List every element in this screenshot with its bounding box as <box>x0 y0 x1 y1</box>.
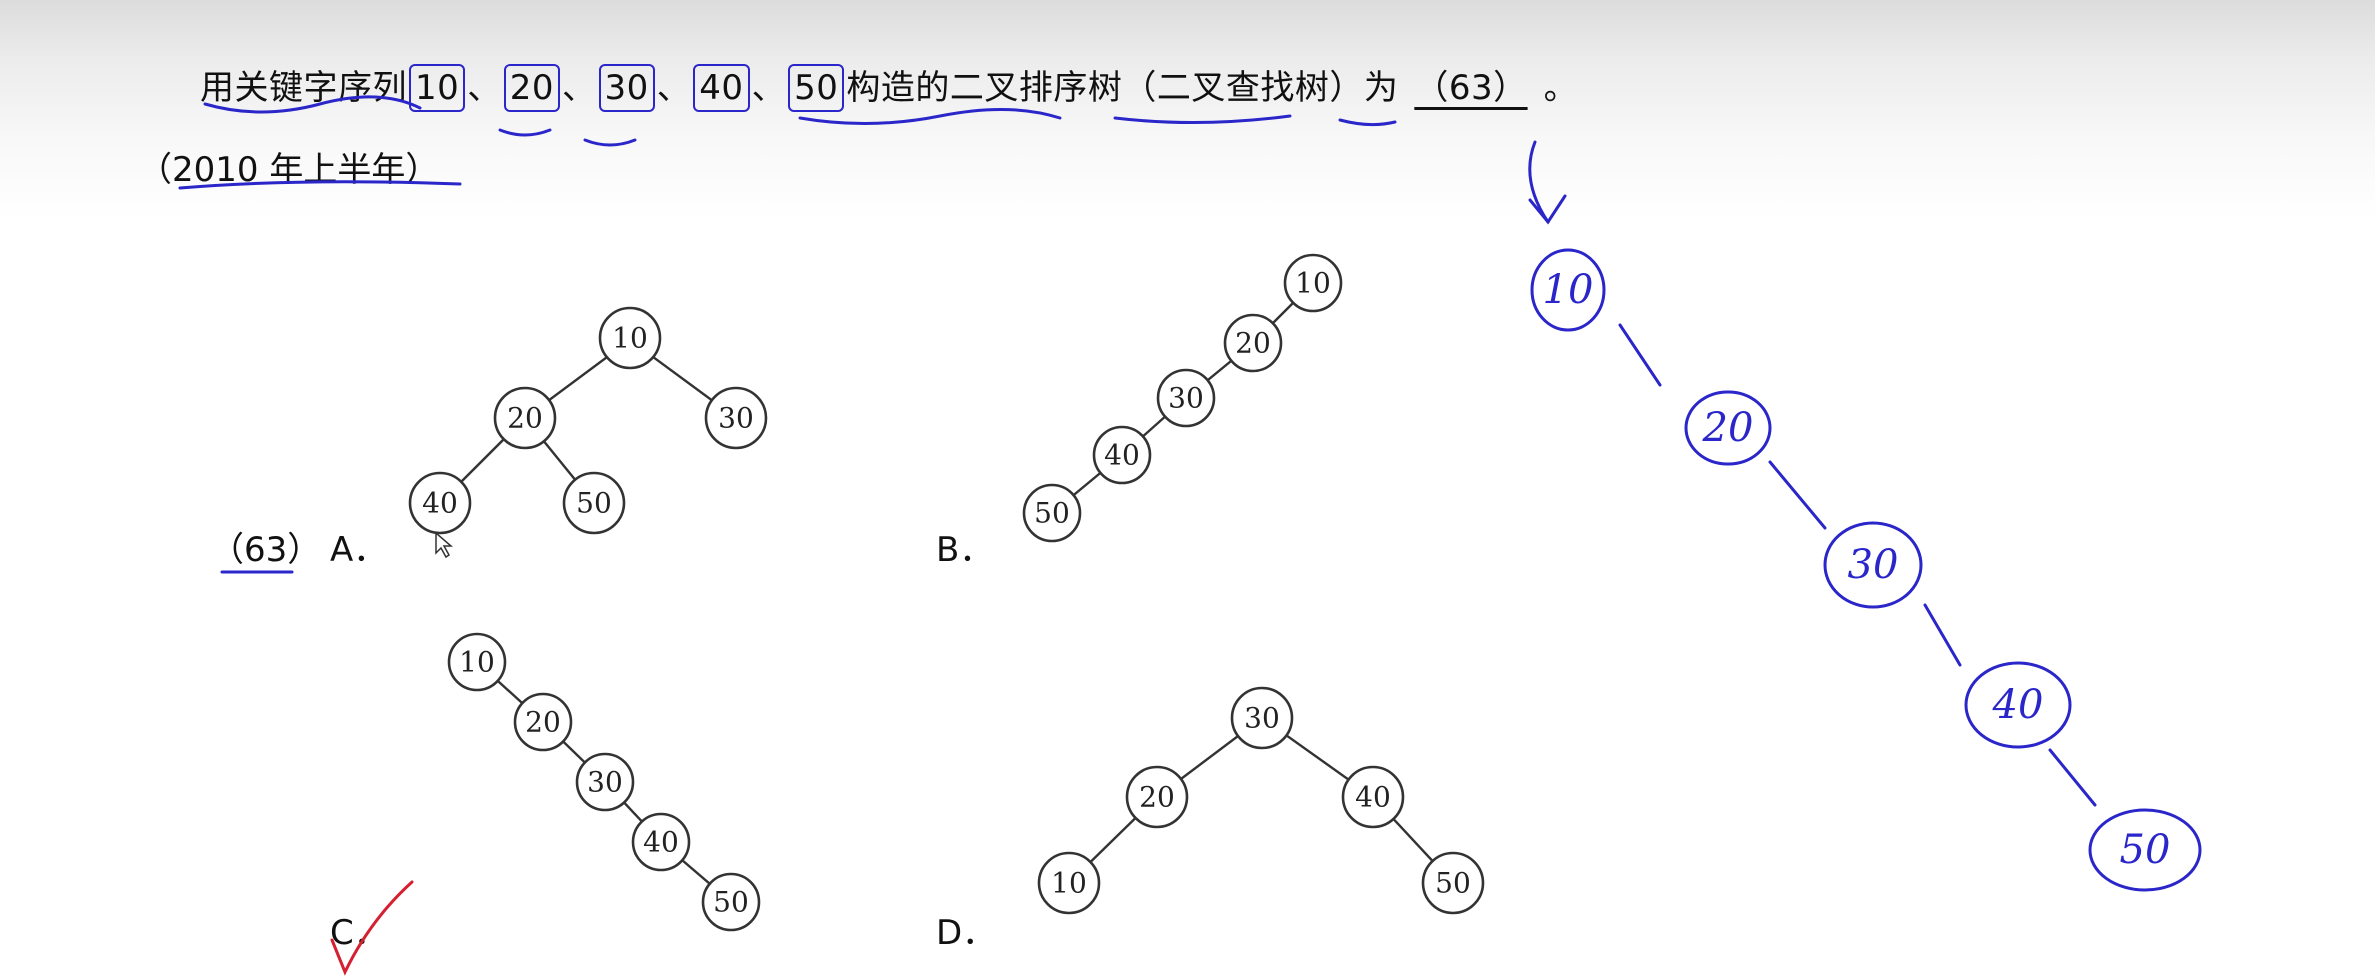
tree-option-a: 10 20 30 40 50 <box>408 306 768 535</box>
svg-text:20: 20 <box>525 706 561 739</box>
svg-text:50: 50 <box>576 487 612 520</box>
tree-node: 30 <box>1230 686 1294 750</box>
hand-node: 50 <box>2120 827 2171 873</box>
tree-node: 20 <box>1125 765 1189 829</box>
tree-node: 30 <box>575 752 635 812</box>
tree-node: 50 <box>1421 851 1485 915</box>
tree-node: 20 <box>513 692 573 752</box>
svg-text:20: 20 <box>507 402 543 435</box>
svg-text:20: 20 <box>1235 327 1271 360</box>
tree-node: 40 <box>1092 425 1152 485</box>
svg-text:30: 30 <box>587 766 623 799</box>
svg-text:40: 40 <box>643 826 679 859</box>
hand-node: 20 <box>1702 405 1754 451</box>
svg-text:50: 50 <box>1034 497 1070 530</box>
svg-text:10: 10 <box>612 322 648 355</box>
mouse-cursor-icon <box>435 531 454 559</box>
svg-text:30: 30 <box>1244 702 1280 735</box>
tree-node: 10 <box>1283 253 1343 313</box>
tree-node: 20 <box>1223 313 1283 373</box>
tree-option-c: 10 20 30 40 50 <box>447 632 761 932</box>
checkmark-icon <box>330 880 414 976</box>
tree-node: 50 <box>701 872 761 932</box>
tree-node: 10 <box>598 306 662 370</box>
svg-text:40: 40 <box>1355 781 1391 814</box>
svg-text:50: 50 <box>1435 867 1471 900</box>
tree-node: 40 <box>631 812 691 872</box>
svg-text:40: 40 <box>1104 439 1140 472</box>
tree-option-b: 10 20 30 40 50 <box>1022 253 1343 543</box>
tree-option-d: 30 20 40 10 50 <box>1037 686 1485 915</box>
svg-text:10: 10 <box>1051 867 1087 900</box>
svg-text:30: 30 <box>1168 382 1204 415</box>
svg-text:10: 10 <box>459 646 495 679</box>
hand-node: 30 <box>1848 542 1899 588</box>
svg-text:40: 40 <box>422 487 458 520</box>
tree-node: 10 <box>1037 851 1101 915</box>
svg-text:10: 10 <box>1295 267 1331 300</box>
tree-node: 20 <box>493 386 557 450</box>
svg-text:50: 50 <box>713 886 749 919</box>
tree-node: 30 <box>1156 368 1216 428</box>
tree-node: 10 <box>447 632 507 692</box>
hand-node: 40 <box>1992 682 2044 728</box>
tree-node: 40 <box>408 471 472 535</box>
hand-node: 10 <box>1543 267 1594 313</box>
svg-text:30: 30 <box>718 402 754 435</box>
tree-node: 50 <box>562 471 626 535</box>
tree-node: 50 <box>1022 483 1082 543</box>
tree-node: 40 <box>1341 765 1405 829</box>
diagram-canvas: 10 20 30 40 50 10 20 30 40 50 10 20 30 4… <box>178 95 2202 976</box>
svg-text:20: 20 <box>1139 781 1175 814</box>
tree-node: 30 <box>704 386 768 450</box>
